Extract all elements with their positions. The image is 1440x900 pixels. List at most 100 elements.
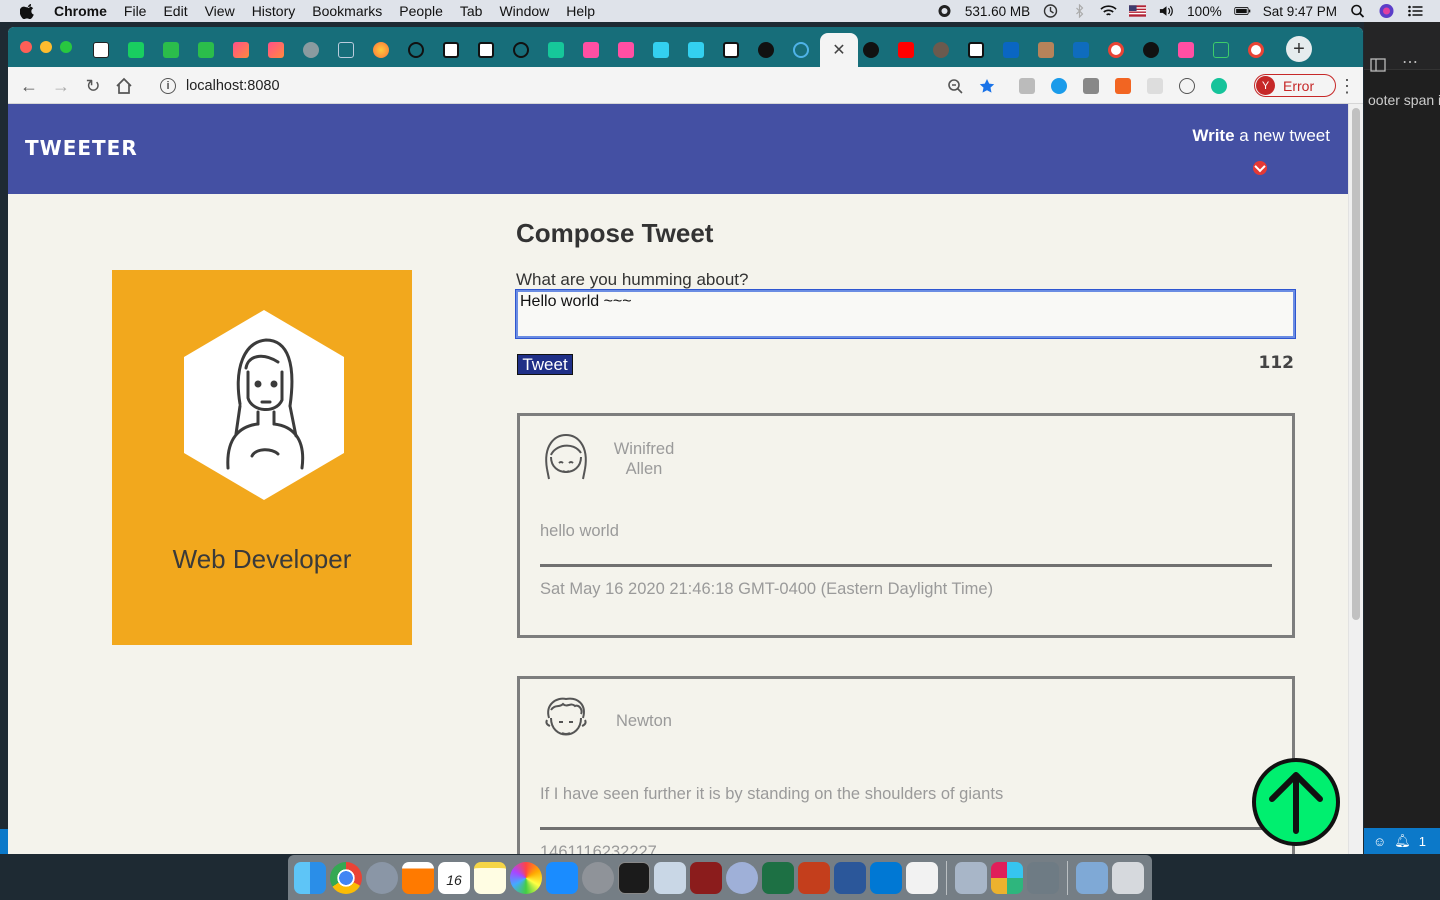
notifications-count[interactable]: 1	[1419, 834, 1426, 849]
launchpad-icon[interactable]	[366, 861, 398, 894]
utility-app-icon[interactable]	[1027, 861, 1059, 894]
tab-wave[interactable]	[784, 37, 818, 63]
memory-gauge-icon[interactable]	[936, 4, 953, 18]
menu-people[interactable]: People	[399, 3, 443, 19]
tab-brown[interactable]	[1029, 37, 1063, 63]
tab-active-localhost[interactable]: ✕	[820, 33, 858, 67]
tab-d-one[interactable]	[154, 37, 188, 63]
menu-app-chrome[interactable]: Chrome	[54, 3, 107, 19]
battery-percent[interactable]: 100%	[1187, 4, 1222, 19]
tweet-text-input[interactable]: Hello world ~~~	[515, 289, 1296, 339]
tab-youtube[interactable]	[889, 37, 923, 63]
wifi-icon[interactable]	[1100, 4, 1117, 18]
vscode-icon[interactable]	[870, 861, 902, 894]
tab-codesandbox-three[interactable]	[714, 37, 748, 63]
tab-close-icon[interactable]: ✕	[832, 40, 845, 60]
extension-circle-icon[interactable]	[1179, 78, 1195, 94]
back-arrow-icon[interactable]: ←	[18, 75, 40, 97]
menu-window[interactable]: Window	[499, 3, 549, 19]
slack-icon[interactable]	[991, 861, 1023, 894]
forward-arrow-icon[interactable]: →	[50, 75, 72, 97]
more-actions-icon[interactable]: ⋯	[1402, 52, 1418, 72]
extension-ex-icon[interactable]	[1115, 78, 1131, 94]
siri-icon[interactable]	[1378, 4, 1395, 18]
spotlight-search-icon[interactable]	[1349, 4, 1366, 18]
tab-photo[interactable]	[924, 37, 958, 63]
tab-d-two[interactable]	[189, 37, 223, 63]
word-icon[interactable]	[834, 861, 866, 894]
profile-error-button[interactable]: Y Error	[1254, 74, 1336, 97]
chrome-dock-icon[interactable]	[330, 861, 362, 894]
r-app-icon[interactable]	[726, 861, 758, 894]
extension-card-icon[interactable]	[1019, 78, 1035, 94]
chevron-down-icon[interactable]	[1253, 161, 1267, 175]
tab-naver[interactable]	[119, 37, 153, 63]
notification-center-icon[interactable]	[1407, 4, 1424, 18]
zoom-icon[interactable]	[947, 78, 963, 94]
tab-firefox[interactable]	[364, 37, 398, 63]
menu-tab[interactable]: Tab	[460, 3, 483, 19]
volume-icon[interactable]	[1158, 4, 1175, 18]
tab-cyan-two[interactable]	[679, 37, 713, 63]
tab-pink-two[interactable]	[609, 37, 643, 63]
new-tab-button[interactable]: +	[1286, 36, 1312, 62]
tab-codesandbox-one[interactable]	[434, 37, 468, 63]
time-machine-icon[interactable]	[1042, 4, 1059, 18]
tab-google-two[interactable]	[1239, 37, 1273, 63]
tab-circle-plus-one[interactable]	[399, 37, 433, 63]
address-url[interactable]: localhost:8080	[186, 78, 280, 94]
extension-drive-icon[interactable]	[1083, 78, 1099, 94]
reload-icon[interactable]: ↻	[82, 75, 104, 97]
site-info-icon[interactable]: i	[160, 77, 176, 94]
bluetooth-icon[interactable]	[1071, 4, 1088, 18]
tab-gradient-two[interactable]	[259, 37, 293, 63]
us-flag-input-icon[interactable]	[1129, 4, 1147, 18]
grammarly-icon[interactable]	[1211, 78, 1227, 94]
tab-codesandbox-two[interactable]	[469, 37, 503, 63]
finder-icon[interactable]	[294, 861, 326, 894]
split-editor-icon[interactable]	[1370, 58, 1386, 72]
system-preferences-icon[interactable]	[582, 861, 614, 894]
site-logo[interactable]: TWEETER	[25, 136, 138, 160]
tab-linkedin[interactable]	[994, 37, 1028, 63]
window-zoom-button[interactable]	[60, 41, 72, 53]
excel-icon[interactable]	[762, 861, 794, 894]
preview-icon[interactable]	[955, 861, 987, 894]
tab-notion[interactable]	[959, 37, 993, 63]
home-icon[interactable]	[114, 76, 134, 96]
apple-logo-icon[interactable]	[20, 3, 36, 19]
feedback-icon[interactable]: ☺	[1373, 834, 1386, 849]
photos-icon[interactable]	[510, 861, 542, 894]
menu-help[interactable]: Help	[566, 3, 595, 19]
tab-amazon[interactable]	[84, 37, 118, 63]
address-bar[interactable]: i localhost:8080	[148, 71, 968, 100]
page-scrollbar[interactable]	[1348, 104, 1363, 854]
tab-cyan-one[interactable]	[644, 37, 678, 63]
window-close-button[interactable]	[20, 41, 32, 53]
tab-vue[interactable]	[539, 37, 573, 63]
terminal-icon[interactable]	[618, 861, 650, 894]
bookmark-star-icon[interactable]	[979, 78, 995, 94]
notifications-bell-icon[interactable]: 🔔︎	[1394, 833, 1411, 849]
scroll-to-top-button[interactable]	[1252, 758, 1340, 846]
menu-history[interactable]: History	[252, 3, 296, 19]
tab-pink-three[interactable]	[1169, 37, 1203, 63]
memory-readout[interactable]: 531.60 MB	[965, 4, 1030, 19]
notes-icon[interactable]	[474, 861, 506, 894]
menu-bookmarks[interactable]: Bookmarks	[312, 3, 382, 19]
tab-code[interactable]	[329, 37, 363, 63]
tab-github-two[interactable]	[1134, 37, 1168, 63]
tab-black-circle[interactable]	[854, 37, 888, 63]
write-new-tweet-link[interactable]: Write a new tweet	[1192, 126, 1330, 146]
tab-github-one[interactable]	[749, 37, 783, 63]
calendar-icon[interactable]: 16	[438, 861, 470, 894]
tab-circle-plus-two[interactable]	[504, 37, 538, 63]
tab-gradient-one[interactable]	[224, 37, 258, 63]
menu-view[interactable]: View	[205, 3, 235, 19]
extension-download-icon[interactable]	[1051, 78, 1067, 94]
tab-google-one[interactable]	[1099, 37, 1133, 63]
menu-edit[interactable]: Edit	[163, 3, 187, 19]
battery-icon[interactable]	[1233, 4, 1251, 18]
app-store-icon[interactable]	[546, 861, 578, 894]
menu-clock[interactable]: Sat 9:47 PM	[1263, 4, 1337, 19]
